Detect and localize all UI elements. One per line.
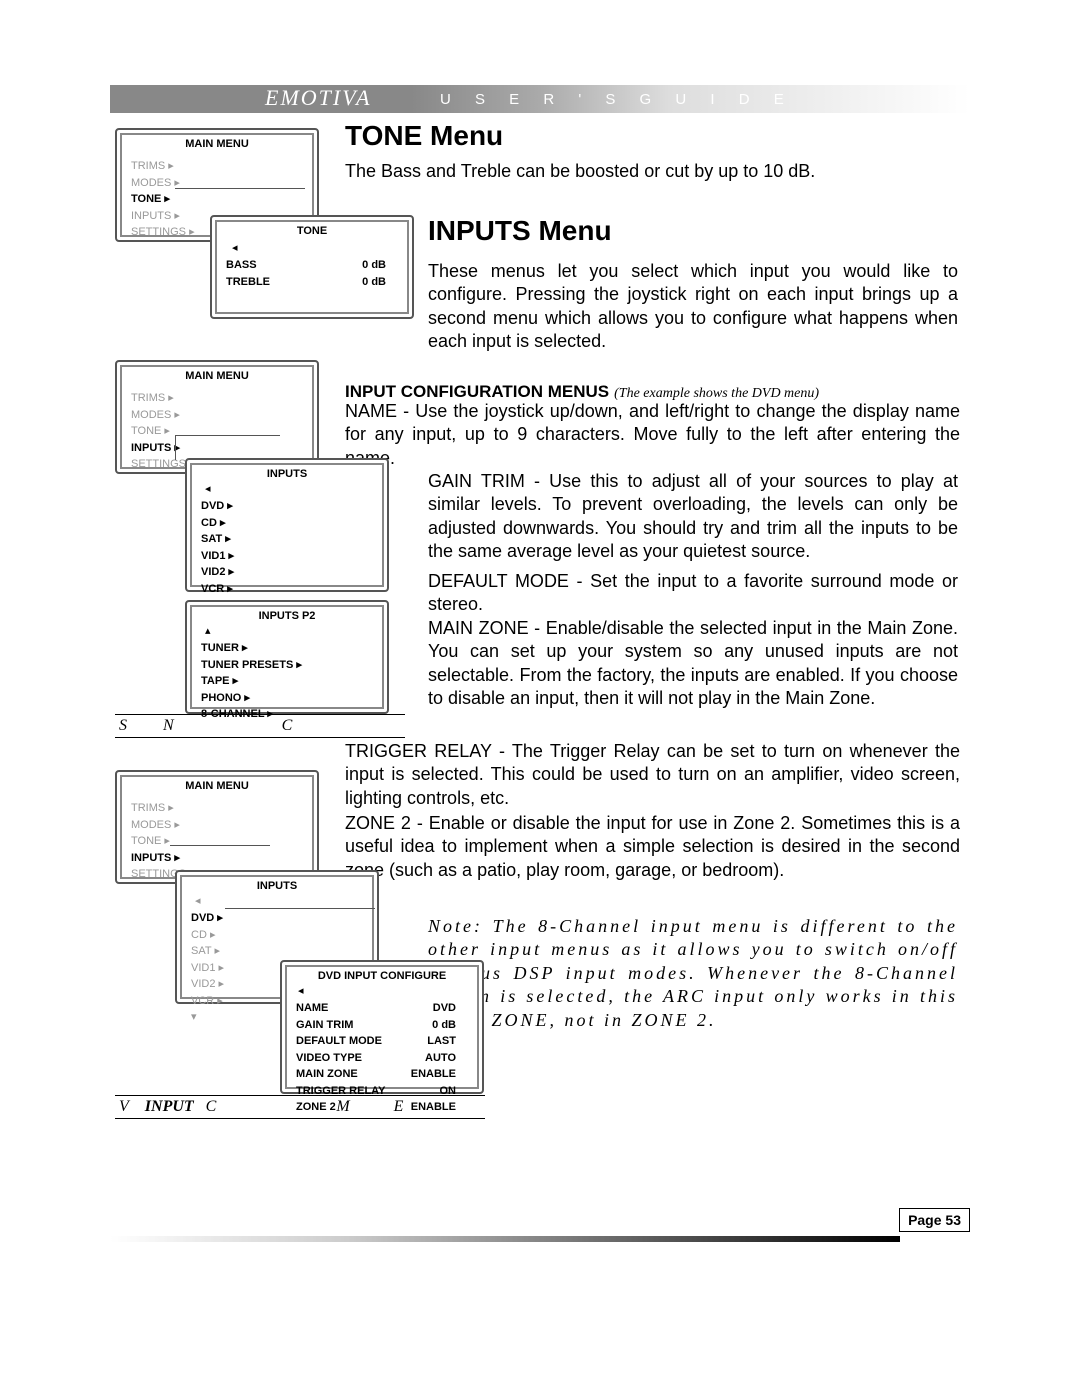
caption-1: S N C [115,714,405,738]
inputs-vid1: VID1 [201,548,373,565]
osd-tone-title: TONE [212,225,412,237]
cfg-gain-val: 0 dB [432,1017,456,1034]
inputs-dvd-3: DVD [191,910,363,927]
osd-main-title-2: MAIN MENU [117,370,317,382]
cfg-mainzone-val: ENABLE [411,1066,456,1083]
tone-bass: BASS [226,257,257,274]
osd-dvd-config: DVD INPUT CONFIGURE ◂ NAMEDVD GAIN TRIM0… [280,960,484,1094]
osd-inputs-p2-title: INPUTS P2 [187,610,387,622]
menu-tone-3: TONE [131,833,303,850]
osd-main-menu-3: MAIN MENU TRIMS MODES TONE INPUTS SETTIN… [115,770,319,884]
inputs-phono: PHONO [201,690,373,707]
inputs-tuner-presets: TUNER PRESETS [201,657,373,674]
note-para: Note: The 8-Channel input menu is differ… [428,915,958,1032]
inputs-cd: CD [201,515,373,532]
inputs-tape: TAPE [201,673,373,690]
cfg-video-lbl: VIDEO TYPE [296,1050,362,1067]
cfg-gain-lbl: GAIN TRIM [296,1017,353,1034]
inputs-heading: INPUTS Menu [428,215,612,247]
inputs-dvd: DVD [201,498,373,515]
inputs-tuner: TUNER [201,640,373,657]
footer-bar [110,1236,900,1242]
osd-inputs-title: INPUTS [187,468,387,480]
trigger-para: TRIGGER RELAY - The Trigger Relay can be… [345,740,960,810]
osd-inputs-menu: INPUTS ◂ DVD CD SAT VID1 VID2 VCR ▾ [185,458,389,592]
inputs-cd-3: CD [191,927,363,944]
tone-treble: TREBLE [226,274,270,291]
tone-treble-val: 0 dB [362,274,386,291]
inputs-sat: SAT [201,531,373,548]
cfg-name-lbl: NAME [296,1000,328,1017]
brand-logo: EMOTIVA [265,85,371,111]
inputs-vid2: VID2 [201,564,373,581]
header-bar: EMOTIVA U S E R ' S G U I D E [110,85,970,113]
default-para: DEFAULT MODE - Set the input to a favori… [428,570,958,617]
osd-main-menu-2: MAIN MENU TRIMS MODES TONE INPUTS SETTIN… [115,360,319,474]
tone-bass-val: 0 dB [362,257,386,274]
cfg-name-val: DVD [433,1000,456,1017]
menu-trims-2: TRIMS [131,390,303,407]
osd-inputs-p2-menu: INPUTS P2 ▴ TUNER TUNER PRESETS TAPE PHO… [185,600,389,714]
menu-inputs-selected-2: INPUTS [131,440,303,457]
config-title-note: (The example shows the DVD menu) [614,386,819,401]
cfg-video-val: AUTO [425,1050,456,1067]
name-para: NAME - Use the joystick up/down, and lef… [345,400,960,470]
inputs-intro: These menus let you select which input y… [428,260,958,354]
gain-para: GAIN TRIM - Use this to adjust all of yo… [428,470,958,564]
header-subtitle: U S E R ' S G U I D E [440,91,794,108]
tone-heading: TONE Menu [345,120,503,152]
osd-main-title: MAIN MENU [117,138,317,150]
menu-modes-3: MODES [131,817,303,834]
inputs-vcr: VCR [201,581,373,598]
menu-trims: TRIMS [131,158,303,175]
osd-main-title-3: MAIN MENU [117,780,317,792]
menu-tone-selected: TONE [131,191,303,208]
caption-2: V INPUT C M E [115,1095,485,1119]
zone2-para: ZONE 2 - Enable or disable the input for… [345,812,960,882]
cfg-mainzone-lbl: MAIN ZONE [296,1066,358,1083]
menu-inputs-selected-3: INPUTS [131,850,303,867]
osd-tone-menu: TONE ◂ BASS0 dB TREBLE0 dB [210,215,414,319]
menu-modes-2: MODES [131,407,303,424]
inputs-sat-3: SAT [191,943,363,960]
config-title: INPUT CONFIGURATION MENUS [345,382,609,401]
cfg-default-lbl: DEFAULT MODE [296,1033,382,1050]
page-number: Page 53 [899,1208,970,1232]
main-zone-para: MAIN ZONE - Enable/disable the selected … [428,617,958,711]
osd-dvd-config-title: DVD INPUT CONFIGURE [282,970,482,982]
osd-inputs-title-3: INPUTS [177,880,377,892]
tone-body: The Bass and Treble can be boosted or cu… [345,160,865,183]
menu-trims-3: TRIMS [131,800,303,817]
cfg-default-val: LAST [427,1033,456,1050]
menu-tone-2: TONE [131,423,303,440]
